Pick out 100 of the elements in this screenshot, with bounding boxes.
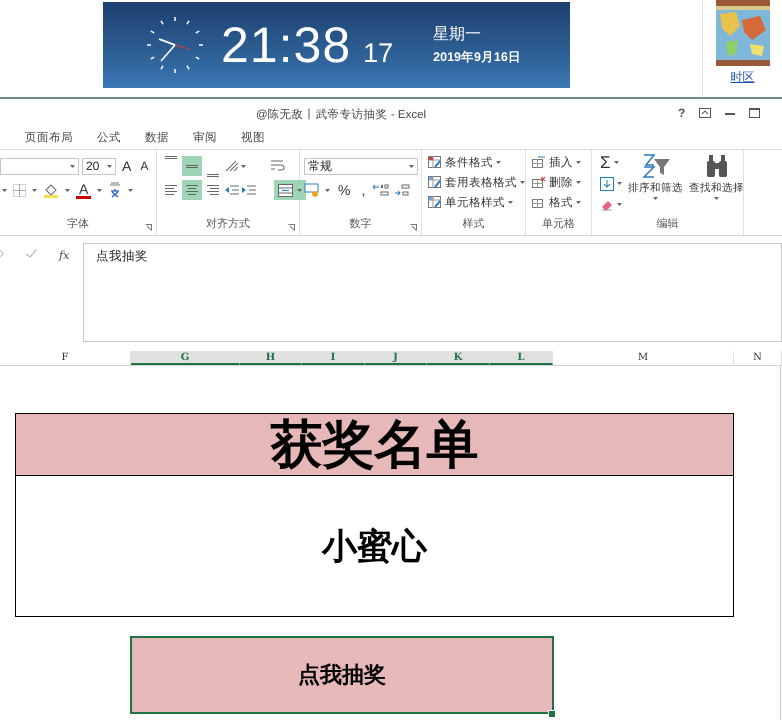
bottom-align-icon (207, 174, 219, 176)
caret-icon (2, 188, 7, 192)
currency-icon[interactable] (304, 183, 320, 197)
decrease-decimal-icon[interactable] (394, 183, 410, 197)
increase-indent-icon[interactable] (241, 183, 257, 197)
help-button[interactable]: ? (678, 106, 686, 120)
fill-handle[interactable] (548, 710, 556, 718)
column-header[interactable]: M (553, 351, 734, 365)
caret-icon (520, 181, 525, 184)
orientation-icon[interactable] (224, 159, 240, 173)
fill-color-icon[interactable] (43, 182, 59, 198)
font-color-button[interactable]: A (76, 182, 92, 198)
weekday-label: 星期一 (433, 25, 482, 45)
cell-styles-icon (428, 196, 442, 209)
align-center-icon (184, 182, 200, 198)
caret-icon (70, 164, 75, 168)
caret-icon (32, 188, 37, 192)
caret-icon (576, 161, 581, 164)
merge-center-button[interactable] (274, 180, 306, 200)
ribbon-tab[interactable]: 视图 (240, 130, 266, 145)
draw-button-cell[interactable]: 点我抽奖 (130, 636, 554, 714)
date-label: 2019年9月16日 (433, 49, 521, 66)
cell-styles-button[interactable]: 单元格样式 (428, 193, 525, 212)
caret-icon (576, 181, 581, 184)
column-header[interactable]: K (427, 351, 490, 365)
caret-icon (107, 164, 112, 168)
column-header[interactable]: H (240, 351, 302, 365)
column-header[interactable]: J (365, 351, 427, 365)
conditional-format-icon (428, 156, 442, 169)
dialog-launcher-icon[interactable] (145, 224, 152, 231)
format-cells-icon (532, 196, 546, 209)
dialog-launcher-icon[interactable] (288, 224, 295, 231)
ribbon-tab[interactable]: 公式 (96, 130, 122, 145)
caret-icon (241, 164, 246, 168)
caret-icon (496, 161, 501, 164)
window-title: @陈无敌丨武帝专访抽奖 - Excel (256, 107, 426, 122)
increase-decimal-icon[interactable] (373, 183, 390, 197)
group-label: 单元格 (542, 217, 575, 231)
find-select-button[interactable]: 查找和选择 (689, 153, 744, 216)
maximize-icon[interactable] (749, 108, 760, 118)
eraser-icon[interactable] (600, 198, 614, 210)
dialog-launcher-icon[interactable] (410, 224, 417, 231)
caret-icon (409, 164, 414, 168)
sort-filter-icon (642, 153, 670, 179)
group-label: 对齐方式 (206, 216, 250, 231)
conditional-formatting-button[interactable]: 条件格式 (428, 153, 525, 172)
increase-font-button[interactable]: A (119, 158, 134, 174)
caret-icon (508, 201, 513, 204)
caret-icon (617, 203, 622, 206)
caret-icon (714, 197, 719, 200)
font-size-dropdown[interactable]: 20 (82, 158, 116, 174)
align-right-icon (205, 182, 221, 198)
caret-icon (128, 188, 134, 192)
comma-button[interactable]: , (358, 182, 368, 198)
column-header[interactable]: N (734, 351, 782, 365)
percent-button[interactable]: % (335, 182, 354, 198)
decrease-font-button[interactable]: A (137, 159, 152, 173)
align-left-icon (163, 182, 179, 198)
clock-seconds: 17 (363, 38, 394, 68)
binoculars-icon (704, 153, 728, 179)
clock-time: 21:38 (221, 20, 352, 70)
insert-button[interactable]: 插入 (532, 153, 591, 172)
ribbon-display-icon[interactable] (699, 108, 712, 118)
winner-cell: 小蜜心 (15, 476, 734, 617)
delete-button[interactable]: 删除 (532, 173, 591, 192)
group-label: 样式 (462, 217, 484, 231)
caret-icon (325, 188, 330, 192)
column-header[interactable]: G (131, 351, 240, 365)
group-label: 编辑 (656, 217, 678, 231)
format-as-table-button[interactable]: 套用表格格式 (428, 173, 525, 192)
sort-filter-button[interactable]: 排序和筛选 (628, 153, 683, 216)
ribbon-tab[interactable]: 审阅 (192, 130, 218, 145)
fill-down-icon[interactable] (600, 176, 614, 190)
number-format-dropdown[interactable]: 常规 (304, 158, 418, 174)
caret-icon (97, 188, 102, 192)
caret-icon (653, 197, 658, 200)
caret-icon (297, 188, 302, 192)
top-align-icon (165, 156, 177, 158)
caret-icon (617, 182, 622, 185)
column-header[interactable]: L (490, 351, 553, 365)
merge-cells-icon (278, 184, 293, 196)
ribbon-tab[interactable]: 页面布局 (24, 130, 74, 145)
decrease-indent-icon[interactable] (224, 183, 240, 197)
delete-cells-icon (532, 176, 546, 189)
group-label: 字体 (67, 216, 89, 231)
phonetic-icon[interactable] (108, 182, 122, 198)
ribbon-tab[interactable]: 数据 (144, 130, 170, 145)
caret-icon (614, 161, 619, 164)
center-button[interactable] (182, 180, 202, 200)
middle-align-button[interactable] (182, 156, 202, 176)
column-header[interactable]: I (302, 351, 365, 365)
time-zone-link[interactable]: 时区 (730, 69, 755, 86)
middle-align-icon (186, 164, 198, 168)
table-format-icon (428, 176, 442, 189)
caret-icon (576, 201, 581, 204)
insert-cells-icon (532, 156, 546, 169)
insert-function-button[interactable]: fx (59, 249, 70, 262)
autosum-button[interactable]: Σ (600, 153, 622, 172)
format-button[interactable]: 格式 (532, 193, 591, 212)
formula-input[interactable]: 点我抽奖 (83, 243, 782, 342)
